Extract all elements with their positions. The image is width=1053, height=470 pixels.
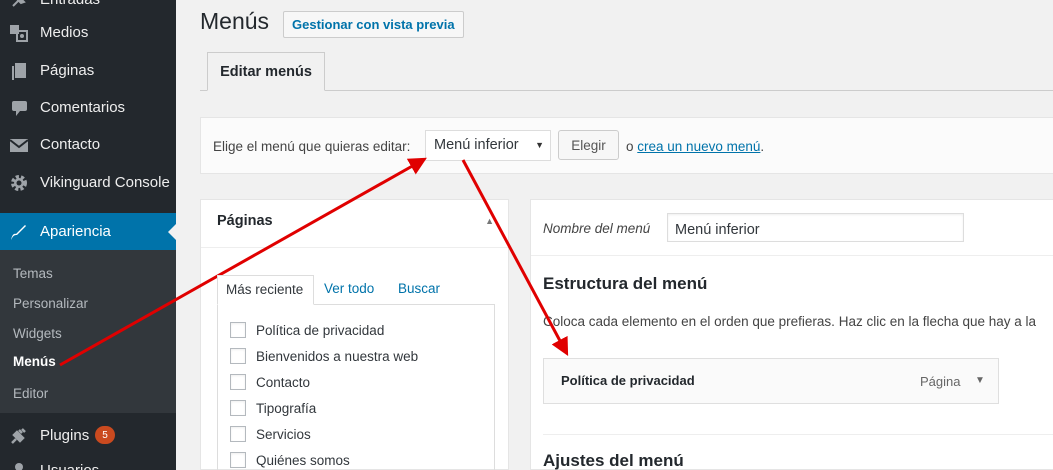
selected-menu-value: Menú inferior <box>434 137 519 153</box>
page-label: Contacto <box>256 374 311 390</box>
sidebar-item-label: Plugins <box>40 427 90 444</box>
page-checkbox[interactable] <box>230 426 246 442</box>
panel-divider <box>531 255 1053 256</box>
menu-structure-panel: Nombre del menú Estructura del menú Colo… <box>530 199 1053 470</box>
submenu-item-personalizar[interactable]: Personalizar <box>13 296 88 311</box>
choose-button[interactable]: Elegir <box>558 130 619 160</box>
sidebar-item-usuarios[interactable]: Usuarios <box>0 452 176 470</box>
menu-item-type: Página <box>920 374 961 389</box>
brush-icon <box>9 222 29 242</box>
mail-icon <box>9 135 29 155</box>
sidebar-item-label: Páginas <box>40 62 95 79</box>
sidebar-item-vikinguard[interactable]: Vikinguard Console <box>0 164 176 201</box>
sidebar-item-apariencia[interactable]: Apariencia <box>0 213 176 250</box>
page-checkbox[interactable] <box>230 400 246 416</box>
sidebar-item-label: Usuarios <box>40 462 99 470</box>
submenu-item-widgets[interactable]: Widgets <box>13 326 62 341</box>
tab-search[interactable]: Buscar <box>398 275 440 305</box>
menu-structure-heading: Estructura del menú <box>543 274 708 293</box>
dropdown-arrow-icon: ▼ <box>535 140 544 150</box>
media-icon <box>9 23 29 43</box>
manage-with-preview-button[interactable]: Gestionar con vista previa <box>283 11 464 38</box>
tab-divider <box>200 90 1053 91</box>
sidebar-item-comentarios[interactable]: Comentarios <box>0 89 176 126</box>
create-menu-text: o crea un nuevo menú. <box>626 139 764 154</box>
pages-panel-title[interactable]: Páginas <box>217 213 273 229</box>
sidebar-item-label: Comentarios <box>40 99 126 116</box>
submenu-item-temas[interactable]: Temas <box>13 266 53 281</box>
page-checkbox[interactable] <box>230 348 246 364</box>
create-new-menu-link[interactable]: crea un nuevo menú <box>637 139 760 154</box>
select-menu-label: Elige el menú que quieras editar: <box>213 139 411 154</box>
page-label: Bienvenidos a nuestra web <box>256 348 419 364</box>
sidebar-item-label: Medios <box>40 24 89 41</box>
sidebar-item-label: Apariencia <box>40 223 111 240</box>
panel-divider <box>543 434 1053 435</box>
menu-item-title: Política de privacidad <box>561 373 695 388</box>
pages-icon <box>9 61 29 81</box>
page-checkbox[interactable] <box>230 322 246 338</box>
page-checkbox[interactable] <box>230 452 246 468</box>
sidebar-item-plugins[interactable]: Plugins 5 <box>0 417 176 454</box>
list-item: Quiénes somos <box>230 452 350 468</box>
plugin-icon <box>9 426 29 446</box>
comments-icon <box>9 98 29 118</box>
page-label: Política de privacidad <box>256 322 385 338</box>
menu-item[interactable]: Política de privacidad Página ▼ <box>543 358 999 404</box>
page-label: Tipografía <box>256 400 317 416</box>
sidebar-item-label: Entradas <box>40 0 100 8</box>
menu-name-label: Nombre del menú <box>543 221 651 236</box>
page-checkbox[interactable] <box>230 374 246 390</box>
period: . <box>760 139 765 154</box>
menu-select-dropdown[interactable]: Menú inferior ▼ <box>425 130 551 161</box>
appearance-submenu: Temas Personalizar Widgets Menús Editor <box>0 250 176 413</box>
page-label: Servicios <box>256 426 311 442</box>
manage-menus-bar: Elige el menú que quieras editar: Menú i… <box>200 117 1053 174</box>
tab-view-all[interactable]: Ver todo <box>324 275 374 305</box>
panel-divider <box>201 247 508 248</box>
users-icon <box>9 461 29 470</box>
sidebar-item-label: Contacto <box>40 136 101 153</box>
update-count-badge: 5 <box>95 426 115 444</box>
menu-structure-description: Coloca cada elemento en el orden que pre… <box>543 314 1037 329</box>
tab-edit-menus[interactable]: Editar menús <box>207 52 325 91</box>
submenu-item-menus[interactable]: Menús <box>13 354 56 369</box>
pages-checklist: Política de privacidad Bienvenidos a nue… <box>217 304 495 470</box>
list-item: Servicios <box>230 426 311 442</box>
collapse-arrow-icon[interactable]: ▲ <box>485 216 494 226</box>
tab-most-recent[interactable]: Más reciente <box>217 275 314 305</box>
sidebar-item-label: Vikinguard Console <box>40 174 170 191</box>
list-item: Bienvenidos a nuestra web <box>230 348 418 364</box>
or-label: o <box>626 139 634 154</box>
page-title: Menús <box>200 8 270 34</box>
menu-settings-heading: Ajustes del menú <box>543 451 684 470</box>
gear-icon <box>9 173 29 193</box>
sidebar-item-contacto[interactable]: Contacto <box>0 126 176 163</box>
submenu-item-editor[interactable]: Editor <box>13 386 48 401</box>
pin-icon <box>9 0 29 10</box>
menu-name-input[interactable] <box>667 213 964 242</box>
page-label: Quiénes somos <box>256 452 350 468</box>
list-item: Contacto <box>230 374 310 390</box>
sidebar-item-medios[interactable]: Medios <box>0 14 176 51</box>
admin-sidebar: Entradas Medios Páginas Comentarios Cont… <box>0 0 176 470</box>
pages-panel: Páginas ▲ Más reciente Ver todo Buscar P… <box>200 199 509 470</box>
sidebar-item-paginas[interactable]: Páginas <box>0 52 176 89</box>
expand-arrow-icon[interactable]: ▼ <box>975 375 985 386</box>
list-item: Tipografía <box>230 400 316 416</box>
list-item: Política de privacidad <box>230 322 384 338</box>
